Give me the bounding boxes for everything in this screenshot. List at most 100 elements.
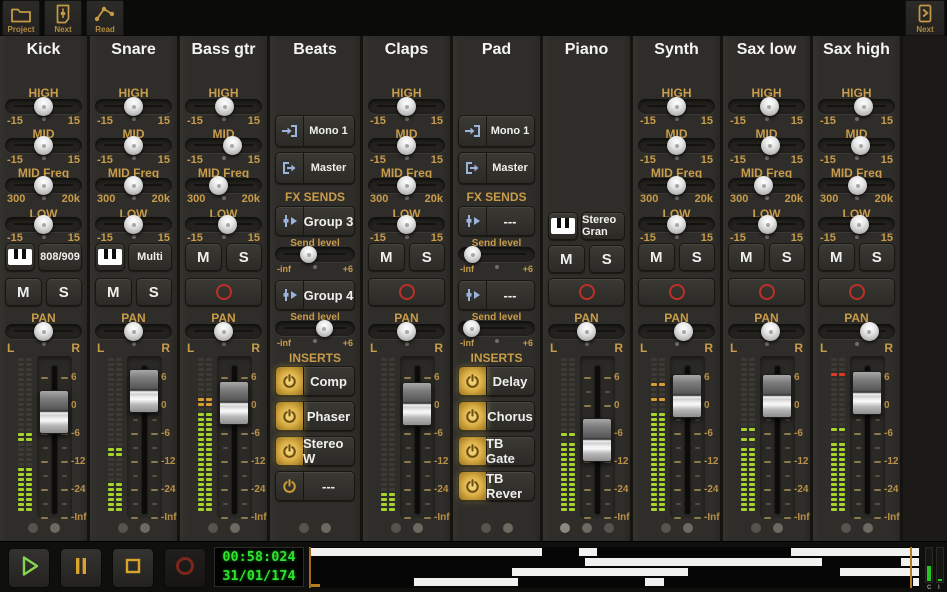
insert-2-button[interactable]: Chorus	[458, 401, 535, 431]
send-level-slider[interactable]	[458, 320, 535, 343]
eq-low-slider[interactable]	[818, 215, 895, 239]
eq-high-slider[interactable]	[728, 97, 805, 121]
mute-button[interactable]: M	[818, 243, 855, 271]
power-icon[interactable]	[459, 472, 487, 500]
eq-midfreq-slider[interactable]	[95, 176, 172, 200]
send-icon[interactable]	[276, 281, 304, 309]
eq-mid-slider[interactable]	[95, 136, 172, 160]
mute-button[interactable]: M	[728, 243, 765, 271]
pan-slider[interactable]	[95, 322, 172, 346]
eq-low-slider[interactable]	[368, 215, 445, 239]
output-routing-button-label[interactable]: Master	[303, 153, 354, 183]
fader-handle[interactable]	[582, 418, 612, 462]
insert-4-button[interactable]: ---	[275, 471, 355, 501]
eq-midfreq-slider[interactable]	[5, 176, 82, 200]
insert-4-button-label[interactable]: ---	[303, 472, 354, 500]
eq-mid-slider-knob[interactable]	[667, 136, 686, 155]
fader-handle[interactable]	[672, 373, 702, 418]
pan-slider[interactable]	[638, 322, 715, 346]
output-routing-button-label[interactable]: Master	[486, 153, 534, 183]
arrangement-overview[interactable]	[309, 547, 919, 588]
insert-4-button[interactable]: TB Rever	[458, 471, 535, 501]
fader-handle[interactable]	[219, 381, 249, 425]
fader-handle[interactable]	[762, 373, 792, 418]
next-panel-button[interactable]: Next	[905, 0, 945, 36]
output-icon[interactable]	[459, 153, 487, 183]
fx-send-2-button[interactable]: ---	[458, 280, 535, 310]
eq-low-slider[interactable]	[5, 215, 82, 239]
power-icon[interactable]	[276, 367, 304, 395]
output-routing-button[interactable]: Master	[458, 152, 535, 184]
solo-button[interactable]: S	[45, 278, 82, 306]
insert-3-button-label[interactable]: TB Gate	[486, 436, 534, 466]
instrument-icon-button[interactable]	[5, 243, 35, 271]
solo-button[interactable]: S	[858, 243, 895, 271]
pan-slider[interactable]	[5, 322, 82, 346]
solo-button[interactable]: S	[225, 243, 262, 271]
input-routing-button-label[interactable]: Mono 1	[303, 116, 354, 146]
project-button[interactable]: Project	[2, 0, 40, 36]
insert-1-button-label[interactable]: Delay	[486, 367, 534, 395]
pan-slider-knob[interactable]	[577, 322, 596, 341]
eq-mid-slider[interactable]	[5, 136, 82, 160]
send-level-slider[interactable]	[275, 320, 355, 343]
eq-mid-slider-knob[interactable]	[222, 136, 242, 155]
solo-button[interactable]: S	[588, 245, 625, 273]
eq-midfreq-slider[interactable]	[368, 176, 445, 200]
insert-3-button[interactable]: Stereo W	[275, 436, 355, 466]
eq-high-slider-knob[interactable]	[759, 97, 779, 116]
pan-slider-knob[interactable]	[674, 322, 694, 341]
pause-button[interactable]	[60, 548, 102, 588]
solo-button[interactable]: S	[768, 243, 805, 271]
eq-high-slider-knob[interactable]	[667, 97, 686, 116]
instrument-icon-button[interactable]	[548, 212, 578, 240]
insert-3-button-label[interactable]: Stereo W	[303, 436, 354, 466]
input-routing-button[interactable]: Mono 1	[458, 115, 535, 147]
power-icon[interactable]	[459, 367, 487, 395]
eq-high-slider-knob[interactable]	[34, 97, 53, 116]
eq-high-slider-knob[interactable]	[215, 97, 235, 116]
eq-mid-slider-knob[interactable]	[760, 136, 780, 155]
eq-low-slider[interactable]	[638, 215, 715, 239]
pan-slider[interactable]	[548, 322, 625, 346]
record-arm-button[interactable]	[185, 278, 262, 306]
record-arm-button[interactable]	[818, 278, 895, 306]
eq-midfreq-slider[interactable]	[818, 176, 895, 200]
insert-3-button[interactable]: TB Gate	[458, 436, 535, 466]
send-icon[interactable]	[459, 207, 487, 235]
eq-low-slider[interactable]	[95, 215, 172, 239]
send-level-slider-knob[interactable]	[463, 320, 481, 337]
pan-slider-knob[interactable]	[859, 322, 879, 341]
record-button[interactable]	[164, 548, 206, 588]
eq-high-slider[interactable]	[95, 97, 172, 121]
eq-mid-slider-knob[interactable]	[397, 136, 416, 155]
stop-button[interactable]	[112, 548, 154, 588]
mute-button[interactable]: M	[5, 278, 42, 306]
insert-1-button-label[interactable]: Comp	[303, 367, 354, 395]
eq-high-slider-knob[interactable]	[397, 97, 416, 116]
fx-send-1-button-label[interactable]: ---	[486, 207, 534, 235]
mute-button[interactable]: M	[368, 243, 405, 271]
power-icon[interactable]	[276, 472, 304, 500]
solo-button[interactable]: S	[408, 243, 445, 271]
eq-mid-slider[interactable]	[728, 136, 805, 160]
fx-send-2-button[interactable]: Group 4	[275, 280, 355, 310]
input-icon[interactable]	[459, 116, 487, 146]
pan-slider-knob[interactable]	[761, 322, 781, 341]
insert-4-button-label[interactable]: TB Rever	[486, 471, 534, 501]
play-button[interactable]	[8, 548, 50, 588]
pan-slider-knob[interactable]	[34, 322, 53, 341]
send-level-slider-knob[interactable]	[300, 246, 318, 263]
send-level-slider-knob[interactable]	[464, 246, 482, 263]
insert-1-button[interactable]: Comp	[275, 366, 355, 396]
eq-high-slider[interactable]	[5, 97, 82, 121]
fader-handle[interactable]	[852, 370, 882, 415]
send-level-slider[interactable]	[458, 246, 535, 269]
fader-track[interactable]	[52, 366, 57, 514]
eq-low-slider[interactable]	[185, 215, 262, 239]
pan-slider[interactable]	[818, 322, 895, 346]
fx-send-1-button[interactable]: ---	[458, 206, 535, 236]
power-icon[interactable]	[276, 437, 304, 465]
instrument-icon-button[interactable]	[95, 243, 125, 271]
fx-send-1-button-label[interactable]: Group 3	[303, 207, 354, 235]
